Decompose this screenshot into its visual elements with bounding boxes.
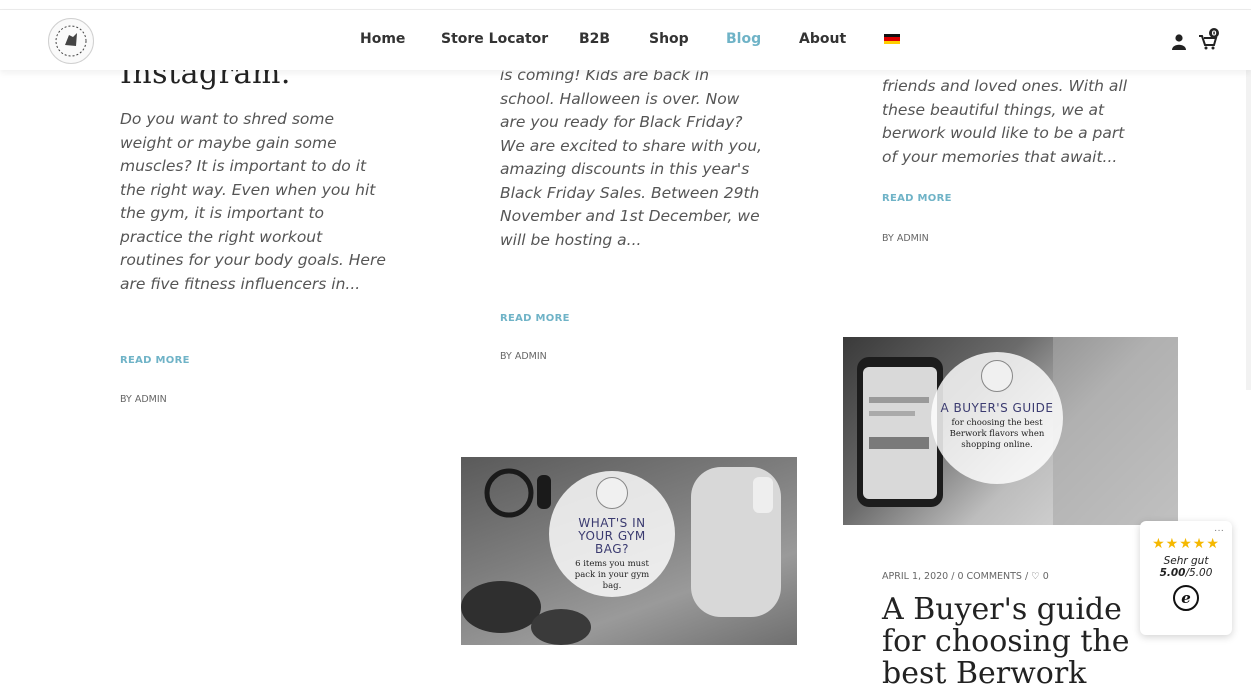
post-excerpt-fitness: Do you want to shred some weight or mayb… (120, 110, 386, 293)
post-author-memories: BY ADMIN (882, 233, 929, 244)
image-subtitle: for choosing the best Berwork flavors wh… (949, 418, 1045, 450)
user-account-icon[interactable] (1172, 34, 1186, 50)
berwork-logo-icon (596, 477, 628, 509)
cart-icon[interactable]: 0 (1198, 28, 1220, 50)
berwork-logo-icon (981, 360, 1013, 392)
berwork-logo[interactable] (48, 18, 94, 64)
nav-blog[interactable]: Blog (726, 31, 761, 47)
image-title: WHAT'S IN YOUR GYM BAG? (578, 516, 646, 556)
trusted-shops-logo-icon: e (1173, 585, 1199, 611)
post-meta-buyers-guide: APRIL 1, 2020 / 0 COMMENTS / ♡ 0 (882, 571, 1049, 582)
nav-shop[interactable]: Shop (649, 31, 689, 47)
image-overlay-circle: WHAT'S IN YOUR GYM BAG? 6 items you must… (549, 471, 675, 597)
rating-value: 5.00 (1159, 567, 1186, 579)
read-more-link-fitness[interactable]: READ MORE (120, 355, 190, 366)
read-more-link-black-friday[interactable]: READ MORE (500, 313, 570, 324)
post-author-fitness: BY ADMIN (120, 394, 167, 405)
post-author-black-friday: BY ADMIN (500, 351, 547, 362)
post-excerpt-black-friday: is coming! Kids are back in school. Hall… (500, 66, 762, 249)
trusted-shops-badge[interactable]: ··· ★★★★★ Sehr gut 5.00/5.00 e (1140, 521, 1232, 635)
nav-about[interactable]: About (799, 31, 846, 47)
rating-score: 5.00/5.00 (1140, 567, 1232, 579)
post-title-buyers-guide[interactable]: A Buyer's guide for choosing the best Be… (882, 594, 1132, 690)
image-overlay-circle: A BUYER'S GUIDE for choosing the best Be… (931, 352, 1063, 484)
image-title: A BUYER'S GUIDE (940, 401, 1054, 415)
cart-count: 0 (1212, 30, 1217, 38)
badge-menu-icon[interactable]: ··· (1214, 525, 1224, 536)
image-subtitle: 6 items you must pack in your gym bag. (574, 559, 650, 591)
nav-home[interactable]: Home (360, 31, 405, 47)
rating-max: /5.00 (1185, 567, 1213, 579)
rating-label: Sehr gut (1163, 555, 1209, 567)
logo-emblem-icon (55, 25, 87, 57)
post-image-gym-bag[interactable]: WHAT'S IN YOUR GYM BAG? 6 items you must… (461, 457, 797, 645)
site-header: Home Store Locator B2B Shop Blog About 0 (0, 10, 1251, 70)
post-excerpt-memories: friends and loved ones. With all these b… (882, 77, 1128, 166)
rating-stars-icon: ★★★★★ (1152, 535, 1220, 551)
read-more-link-memories[interactable]: READ MORE (882, 193, 952, 204)
post-image-buyers-guide[interactable]: A BUYER'S GUIDE for choosing the best Be… (843, 337, 1178, 525)
nav-store-locator[interactable]: Store Locator (441, 31, 548, 47)
scrollbar-track[interactable] (1246, 70, 1251, 390)
nav-b2b[interactable]: B2B (579, 31, 610, 47)
german-flag-icon[interactable] (884, 34, 900, 44)
